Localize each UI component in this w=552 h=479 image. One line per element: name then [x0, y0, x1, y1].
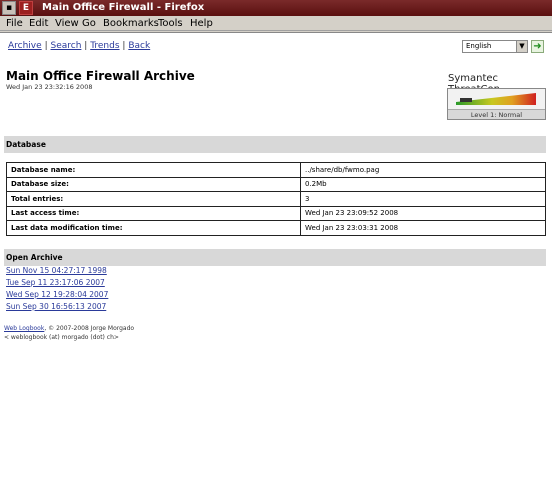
row-key: Database name:: [6, 162, 301, 178]
menu-view[interactable]: View: [55, 16, 79, 31]
row-value: Wed Jan 23 23:09:52 2008: [300, 205, 546, 221]
footer-weblogbook-link[interactable]: Web Logbook: [4, 325, 44, 332]
row-key: Last data modification time:: [6, 220, 301, 236]
row-key: Database size:: [6, 176, 301, 192]
menu-bookmarks[interactable]: Bookmarks: [103, 16, 159, 31]
menu-file[interactable]: File: [6, 16, 23, 31]
table-row: Database name: ../share/db/fwmo.pag: [6, 162, 546, 178]
row-value: Wed Jan 23 23:03:31 2008: [300, 220, 546, 236]
menu-edit[interactable]: Edit: [29, 16, 48, 31]
row-key: Last access time:: [6, 205, 301, 221]
menu-tools[interactable]: Tools: [158, 16, 183, 31]
threatcon-gauge[interactable]: Level 1: Normal: [447, 88, 546, 120]
table-row: Total entries: 3: [6, 191, 546, 207]
database-table: Database name: ../share/db/fwmo.pag Datab…: [6, 162, 546, 236]
window-menu-icon[interactable]: ▪: [2, 1, 16, 15]
table-row: Database size: 0.2Mb: [6, 176, 546, 192]
page-title: Main Office Firewall Archive: [6, 69, 195, 83]
archive-link[interactable]: Sun Sep 30 16:56:13 2007: [6, 301, 108, 313]
language-select[interactable]: English ▼: [462, 40, 528, 53]
threatcon-level: Level 1: Normal: [448, 109, 545, 119]
page-content: Archive | Search | Trends | Back English…: [0, 32, 552, 479]
language-selected-value: English: [466, 42, 492, 50]
threatcon-indicator: [460, 98, 472, 102]
menu-help[interactable]: Help: [190, 16, 213, 31]
nav-back-link[interactable]: Back: [128, 41, 150, 51]
firefox-e-icon: E: [19, 1, 33, 15]
archive-link[interactable]: Sun Nov 15 04:27:17 1998: [6, 265, 108, 277]
window-title: Main Office Firewall - Firefox: [42, 2, 205, 13]
row-value: ../share/db/fwmo.pag: [300, 162, 546, 178]
footer: Web Logbook, © 2007-2008 Jorge Morgado <…: [4, 324, 134, 342]
page-date: Wed Jan 23 23:32:16 2008: [6, 83, 93, 91]
database-section-header: Database: [4, 136, 546, 153]
row-value: 3: [300, 191, 546, 207]
table-row: Last access time: Wed Jan 23 23:09:52 200…: [6, 205, 546, 221]
nav-search-link[interactable]: Search: [50, 41, 81, 51]
archive-list: Sun Nov 15 04:27:17 1998 Tue Sep 11 23:1…: [6, 265, 108, 313]
chevron-down-icon[interactable]: ▼: [516, 41, 527, 52]
archive-link[interactable]: Tue Sep 11 23:17:06 2007: [6, 277, 108, 289]
archive-link[interactable]: Wed Sep 12 19:28:04 2007: [6, 289, 108, 301]
nav-archive-link[interactable]: Archive: [8, 41, 42, 51]
top-nav: Archive | Search | Trends | Back: [8, 41, 150, 51]
window-titlebar: ▪ E Main Office Firewall - Firefox: [0, 0, 552, 16]
go-arrow-button[interactable]: ➜: [531, 40, 544, 53]
row-key: Total entries:: [6, 191, 301, 207]
nav-separator: |: [84, 41, 88, 51]
open-archive-section-header: Open Archive: [4, 249, 546, 266]
table-row: Last data modification time: Wed Jan 23 2…: [6, 220, 546, 236]
nav-separator: |: [44, 41, 48, 51]
row-value: 0.2Mb: [300, 176, 546, 192]
nav-separator: |: [122, 41, 126, 51]
nav-trends-link[interactable]: Trends: [90, 41, 119, 51]
footer-email: < weblogbook (at) morgado (dot) ch>: [4, 334, 119, 341]
menu-bar: File Edit View Go Bookmarks Tools Help: [0, 16, 552, 31]
menu-go[interactable]: Go: [82, 16, 96, 31]
footer-copyright: , © 2007-2008 Jorge Morgado: [44, 325, 135, 332]
